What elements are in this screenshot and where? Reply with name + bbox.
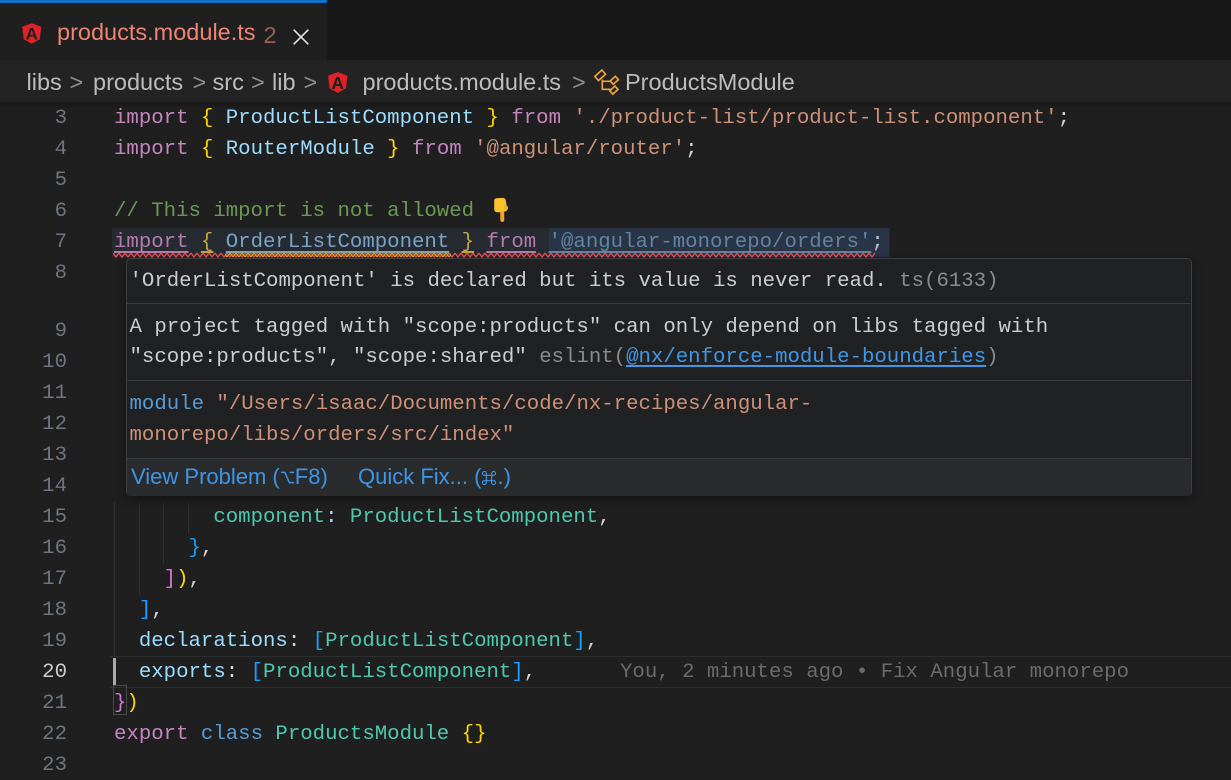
svg-text:A: A: [331, 73, 343, 93]
svg-text:A: A: [25, 24, 37, 43]
